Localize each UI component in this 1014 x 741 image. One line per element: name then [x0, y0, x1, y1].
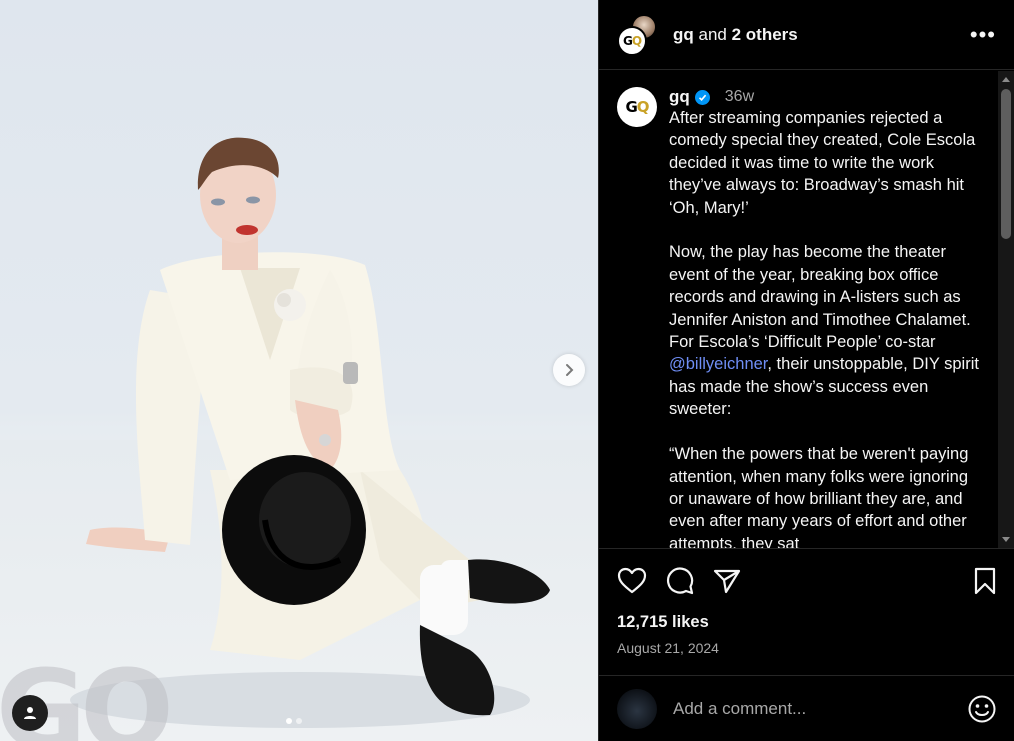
post-header: GQ gq and 2 others ••• — [599, 0, 1014, 70]
scroll-up-arrow[interactable] — [1002, 77, 1010, 82]
caption-body: gq 36w After streaming companies rejecte… — [669, 87, 981, 548]
caption-username[interactable]: gq — [669, 87, 690, 107]
action-icons — [617, 549, 997, 613]
carousel-dot-1 — [286, 718, 292, 724]
heart-icon[interactable] — [617, 567, 647, 595]
caption-time-ago[interactable]: 36w — [725, 88, 754, 106]
caption-paragraph-1: After streaming companies rejected a com… — [669, 109, 980, 217]
gq-logo: GQ — [625, 98, 649, 116]
comment-input[interactable] — [673, 698, 967, 719]
mention-link[interactable]: @billyeichner — [669, 355, 767, 373]
bookmark-icon[interactable] — [973, 567, 997, 595]
post-info-panel: GQ gq and 2 others ••• GQ gq 36w After s… — [598, 0, 1014, 741]
post-photo[interactable]: GQ — [0, 0, 598, 741]
comment-bar — [599, 675, 1014, 741]
tagged-users-button[interactable] — [12, 695, 48, 731]
author-others[interactable]: 2 others — [732, 25, 798, 44]
carousel-dots — [286, 718, 302, 724]
collab-avatars[interactable]: GQ — [617, 13, 661, 56]
verified-badge-icon — [694, 89, 710, 105]
like-count[interactable]: 12,715 likes — [617, 613, 997, 632]
gq-avatar[interactable]: GQ — [617, 25, 647, 56]
carousel-next-button[interactable] — [553, 354, 585, 386]
scroll-down-arrow[interactable] — [1002, 537, 1010, 542]
emoji-icon[interactable] — [967, 694, 997, 724]
post-actions: 12,715 likes August 21, 2024 — [599, 548, 1014, 689]
caption: GQ gq 36w After streaming companies reje… — [599, 71, 1014, 548]
caption-avatar[interactable]: GQ — [617, 87, 657, 127]
scrollbar-thumb[interactable] — [1001, 89, 1011, 239]
caption-paragraph-2-start: Now, the play has become the theater eve… — [669, 243, 976, 352]
current-user-avatar — [617, 688, 657, 729]
gq-logo: GQ — [622, 33, 642, 48]
carousel-dot-2 — [296, 718, 302, 724]
caption-user-line: gq 36w — [669, 87, 981, 107]
share-icon[interactable] — [713, 568, 741, 594]
caption-text: After streaming companies rejected a com… — [669, 107, 981, 548]
post-date[interactable]: August 21, 2024 — [617, 640, 997, 656]
author-and: and — [698, 24, 727, 44]
comment-icon[interactable] — [665, 567, 695, 595]
chevron-right-icon — [566, 364, 574, 376]
post-authors[interactable]: gq and 2 others — [673, 25, 970, 45]
user-icon — [24, 707, 36, 719]
caption-paragraph-3: “When the powers that be weren't paying … — [669, 445, 973, 548]
more-options-button[interactable]: ••• — [970, 23, 996, 46]
caption-scroll-area[interactable]: GQ gq 36w After streaming companies reje… — [599, 71, 1014, 548]
photo-subject — [70, 137, 550, 728]
author-username[interactable]: gq — [673, 25, 694, 44]
caption-scrollbar[interactable] — [998, 71, 1014, 548]
